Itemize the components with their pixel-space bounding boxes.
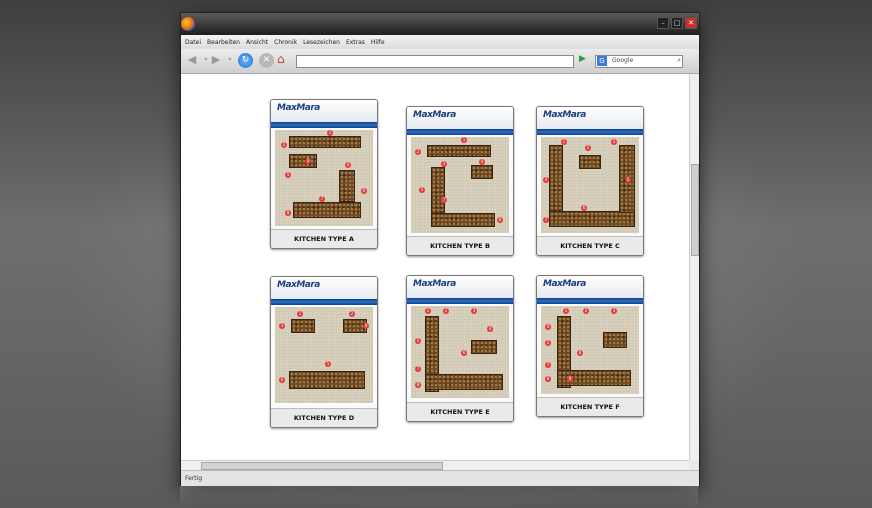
- brand-logo: MaxMara: [277, 103, 320, 113]
- card-stripe: [407, 298, 513, 304]
- card-label: KITCHEN TYPE F: [537, 397, 643, 416]
- card-header: MaxMara: [407, 276, 513, 300]
- browser-window: – □ ✕ Datei Bearbeiten Ansicht Chronik L…: [180, 12, 700, 486]
- horizontal-scrollbar[interactable]: [181, 460, 689, 470]
- kitchen-card-d[interactable]: MaxMara 1 2 3 4 5 6 KITCHEN TYPE D: [270, 276, 378, 428]
- brand-logo: MaxMara: [543, 110, 586, 120]
- search-icon[interactable]: ⌕: [677, 56, 681, 65]
- floor-plan: 1 2 3 4 5 6 7 8 9: [541, 306, 639, 394]
- menu-extras[interactable]: Extras: [346, 39, 365, 46]
- kitchen-card-a[interactable]: MaxMara 1 2 3 4 5 6 7 8 KITCHEN TYPE A: [270, 99, 378, 249]
- window-controls: – □ ✕: [657, 17, 697, 29]
- brand-logo: MaxMara: [413, 110, 456, 120]
- card-label: KITCHEN TYPE E: [407, 402, 513, 421]
- go-icon[interactable]: ▶: [579, 54, 586, 64]
- vertical-scroll-thumb[interactable]: [691, 164, 699, 256]
- vertical-scrollbar[interactable]: [689, 74, 699, 460]
- card-header: MaxMara: [271, 100, 377, 124]
- kitchen-card-e[interactable]: MaxMara 1 2 3 4 5 6 7 8 KITCHEN TYPE E: [406, 275, 514, 422]
- card-stripe: [537, 298, 643, 304]
- brand-logo: MaxMara: [413, 279, 456, 289]
- card-stripe: [537, 129, 643, 135]
- back-icon[interactable]: ◀: [185, 53, 199, 67]
- menu-datei[interactable]: Datei: [185, 39, 201, 46]
- menu-bearbeiten[interactable]: Bearbeiten: [207, 39, 240, 46]
- brand-logo: MaxMara: [543, 279, 586, 289]
- url-input[interactable]: [296, 55, 574, 68]
- forward-icon[interactable]: ▶: [209, 53, 223, 67]
- page-viewport: MaxMara 1 2 3 4 5 6 7 8 KITCHEN TYPE A M…: [181, 74, 689, 460]
- card-header: MaxMara: [407, 107, 513, 131]
- card-label: KITCHEN TYPE C: [537, 236, 643, 255]
- kitchen-card-c[interactable]: MaxMara 1 2 3 4 5 6 7 KITCHEN TYPE C: [536, 106, 644, 256]
- home-icon[interactable]: ⌂: [277, 52, 291, 67]
- card-stripe: [271, 122, 377, 128]
- forward-dropdown-icon[interactable]: ▾: [223, 53, 237, 67]
- horizontal-scroll-thumb[interactable]: [201, 462, 443, 470]
- floor-plan: 1 2 3 4 5 6 7: [541, 137, 639, 233]
- window-reflection: [180, 486, 698, 508]
- card-stripe: [407, 129, 513, 135]
- card-label: KITCHEN TYPE B: [407, 236, 513, 255]
- card-header: MaxMara: [537, 276, 643, 300]
- status-bar: Fertig: [181, 470, 699, 486]
- floor-plan: 1 2 3 4 5 6: [275, 307, 373, 403]
- search-input[interactable]: G Google ⌕: [595, 55, 683, 68]
- stop-icon[interactable]: ✕: [259, 53, 274, 68]
- card-label: KITCHEN TYPE A: [271, 229, 377, 248]
- card-header: MaxMara: [537, 107, 643, 131]
- firefox-icon: [181, 17, 195, 31]
- kitchen-card-f[interactable]: MaxMara 1 2 3 4 5 6 7 8 9 KITCHEN TYPE F: [536, 275, 644, 417]
- minimize-icon[interactable]: –: [657, 17, 669, 29]
- title-bar: [181, 13, 699, 35]
- floor-plan: 1 2 3 4 5 6 7 8: [411, 306, 509, 398]
- card-header: MaxMara: [271, 277, 377, 301]
- maximize-icon[interactable]: □: [671, 17, 683, 29]
- navigation-toolbar: ◀ ▾ ▶ ▾ ↻ ✕ ⌂ ▶ G Google ⌕: [181, 49, 699, 74]
- card-label: KITCHEN TYPE D: [271, 408, 377, 427]
- floor-plan: 1 2 3 4 5 6 7: [411, 137, 509, 233]
- search-engine-icon[interactable]: G: [597, 56, 607, 66]
- floor-plan: 1 2 3 4 5 6 7 8: [275, 130, 373, 226]
- card-stripe: [271, 299, 377, 305]
- menu-bar: Datei Bearbeiten Ansicht Chronik Lesezei…: [181, 35, 699, 49]
- menu-lesezeichen[interactable]: Lesezeichen: [303, 39, 340, 46]
- kitchen-card-b[interactable]: MaxMara 1 2 3 4 5 6 7 KITCHEN TYPE B: [406, 106, 514, 256]
- menu-hilfe[interactable]: Hilfe: [371, 39, 385, 46]
- menu-chronik[interactable]: Chronik: [274, 39, 297, 46]
- reload-icon[interactable]: ↻: [238, 53, 253, 68]
- menu-ansicht[interactable]: Ansicht: [246, 39, 268, 46]
- brand-logo: MaxMara: [277, 280, 320, 290]
- search-placeholder: Google: [612, 57, 634, 64]
- close-icon[interactable]: ✕: [685, 17, 697, 29]
